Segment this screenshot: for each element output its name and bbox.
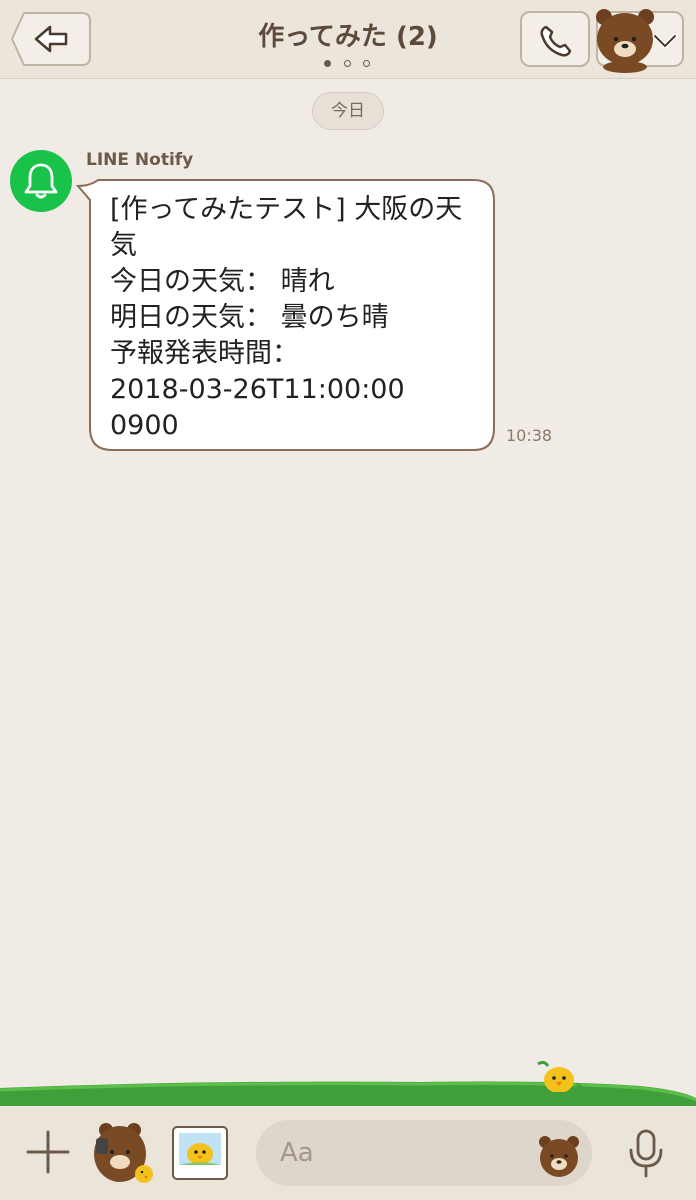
message-text: [作ってみたテスト] 大阪の天 気 今日の天気： 晴れ 明日の天気： 曇のち晴 … xyxy=(110,192,490,444)
page-dot xyxy=(344,60,351,67)
phone-icon xyxy=(540,25,572,57)
sender-avatar[interactable] xyxy=(10,150,72,212)
bear-sticker-icon[interactable] xyxy=(92,1120,156,1186)
message-line: 明日の天気： 曇のち晴 xyxy=(110,302,389,333)
chat-header: 作ってみた (2) xyxy=(0,0,696,79)
bell-icon xyxy=(24,163,58,199)
message-line: 予報発表時間： xyxy=(110,338,299,369)
sender-name: LINE Notify xyxy=(86,150,194,170)
grass-hill-decoration xyxy=(0,1081,696,1112)
message-line: 今日の天気： 晴れ xyxy=(110,266,335,297)
back-arrow-icon xyxy=(10,12,91,66)
input-toolbar xyxy=(0,1106,696,1200)
plus-icon[interactable] xyxy=(24,1128,72,1176)
chat-title: 作ってみた (2) xyxy=(258,22,438,52)
message-line: 2018-03-26T11:00:00 xyxy=(110,374,405,405)
message-line: 気 xyxy=(110,230,137,261)
microphone-icon[interactable] xyxy=(626,1128,666,1180)
page-indicator xyxy=(320,58,376,70)
brown-bear-icon xyxy=(596,9,654,73)
call-button[interactable] xyxy=(520,11,590,67)
message-line: 0900 xyxy=(110,410,179,441)
page-dot xyxy=(363,60,370,67)
page-dot-active xyxy=(324,60,331,67)
chat-menu-button[interactable] xyxy=(596,9,684,73)
message-time: 10:38 xyxy=(506,426,553,445)
bear-emoji-icon[interactable] xyxy=(536,1132,582,1178)
message-line: [作ってみたテスト] 大阪の天 xyxy=(110,194,463,225)
photo-icon[interactable] xyxy=(170,1124,230,1182)
date-separator: 今日 xyxy=(312,92,384,130)
back-button[interactable] xyxy=(10,11,92,67)
chick-icon xyxy=(537,1060,585,1092)
chevron-down-icon xyxy=(652,33,678,49)
